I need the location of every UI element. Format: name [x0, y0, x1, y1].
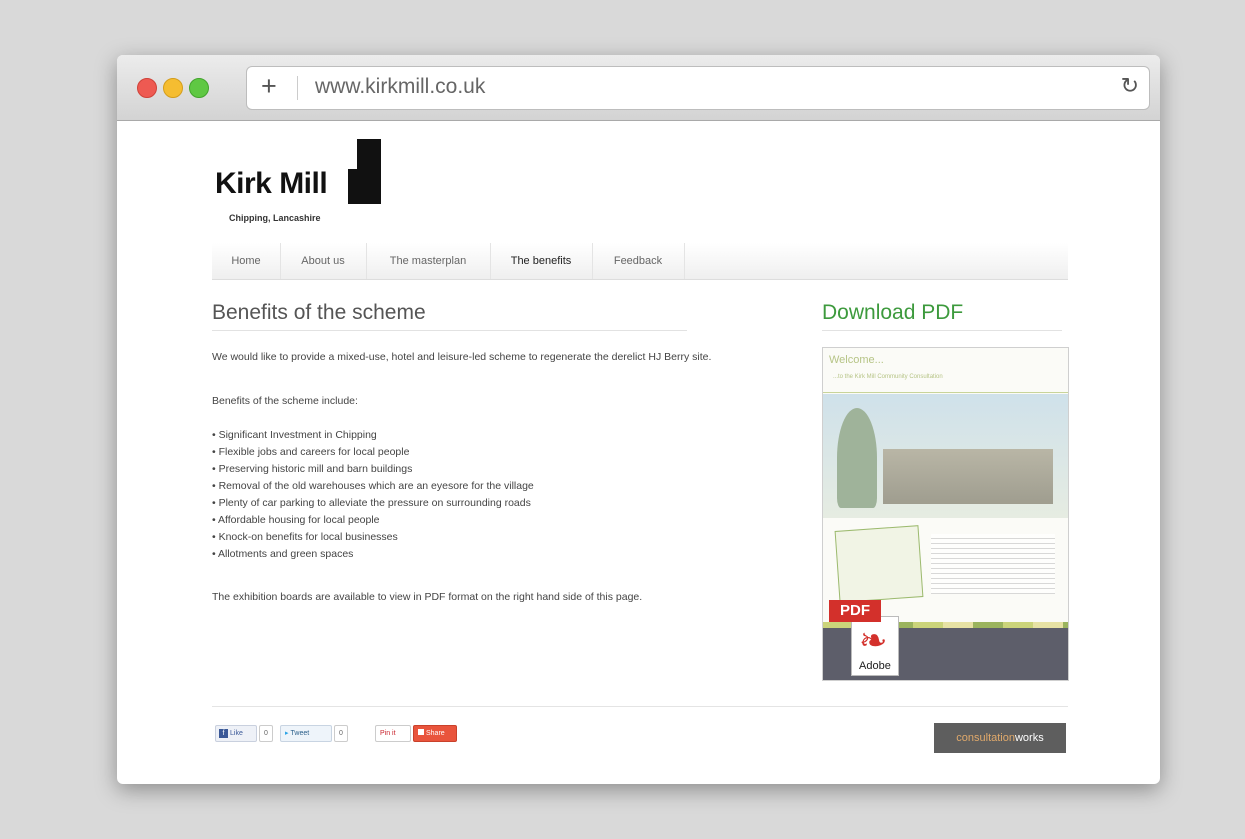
- facebook-icon: f: [219, 729, 228, 738]
- main-nav: Home About us The masterplan The benefit…: [212, 243, 1068, 280]
- list-item: • Significant Investment in Chipping: [212, 429, 377, 441]
- url-text[interactable]: www.kirkmill.co.uk: [315, 75, 485, 99]
- tweet-label: Tweet: [290, 730, 310, 737]
- brand-part-1: consultation: [956, 732, 1015, 744]
- footer-divider: [212, 706, 1068, 707]
- site-logo[interactable]: Kirk Mill Chipping, Lancashire: [215, 139, 385, 231]
- thumb-card: [834, 525, 924, 603]
- pin-label: Pin it: [380, 730, 396, 737]
- download-pdf-heading: Download PDF: [822, 301, 964, 324]
- nav-about-us[interactable]: About us: [280, 243, 367, 279]
- minimize-window-button[interactable]: [163, 78, 183, 98]
- web-page: Kirk Mill Chipping, Lancashire Home Abou…: [117, 121, 1160, 784]
- pdf-icon: ❧ PDF Adobe: [829, 600, 899, 678]
- nav-home[interactable]: Home: [212, 243, 281, 279]
- sidebar-divider: [822, 330, 1062, 331]
- thumb-divider: [823, 392, 1068, 393]
- title-divider: [212, 330, 687, 331]
- share-button[interactable]: Share: [413, 725, 457, 742]
- thumb-title: Welcome...: [829, 354, 884, 366]
- twitter-bird-icon: ▸: [285, 730, 289, 737]
- adobe-swirl-icon: ❧: [859, 622, 888, 660]
- share-label: Share: [426, 730, 445, 737]
- browser-window: + www.kirkmill.co.uk ↻ Kirk Mill Chippin…: [117, 55, 1160, 784]
- address-bar[interactable]: + www.kirkmill.co.uk ↻: [246, 66, 1150, 110]
- thumb-illustration: [823, 394, 1068, 518]
- share-icon: [418, 729, 424, 735]
- consultationworks-logo[interactable]: consultationworks: [934, 723, 1066, 753]
- outro-paragraph: The exhibition boards are available to v…: [212, 591, 643, 603]
- list-item: • Plenty of car parking to alleviate the…: [212, 497, 531, 509]
- benefits-list: • Significant Investment in Chipping • F…: [212, 427, 534, 563]
- thumb-subtitle: ...to the Kirk Mill Community Consultati…: [833, 374, 943, 380]
- logo-title: Kirk Mill: [215, 167, 328, 200]
- maximize-window-button[interactable]: [189, 78, 209, 98]
- nav-feedback[interactable]: Feedback: [592, 243, 685, 279]
- list-item: • Preserving historic mill and barn buil…: [212, 463, 413, 475]
- logo-tower-mark: [357, 139, 381, 204]
- intro-paragraph: We would like to provide a mixed-use, ho…: [212, 351, 712, 363]
- logo-subtitle: Chipping, Lancashire: [229, 213, 321, 223]
- tweet-button[interactable]: ▸ Tweet: [280, 725, 332, 742]
- like-label: Like: [230, 730, 243, 737]
- nav-masterplan[interactable]: The masterplan: [366, 243, 491, 279]
- pin-it-button[interactable]: Pin it: [375, 725, 411, 742]
- like-count: 0: [259, 725, 273, 742]
- thumb-tree: [837, 408, 877, 508]
- close-window-button[interactable]: [137, 78, 157, 98]
- reload-icon[interactable]: ↻: [1121, 73, 1139, 99]
- brand-part-2: works: [1014, 732, 1044, 744]
- pdf-download-link[interactable]: Welcome... ...to the Kirk Mill Community…: [822, 347, 1069, 681]
- new-tab-icon[interactable]: +: [261, 71, 277, 101]
- list-item: • Knock-on benefits for local businesses: [212, 531, 398, 543]
- list-item: • Flexible jobs and careers for local pe…: [212, 446, 410, 458]
- nav-benefits[interactable]: The benefits: [490, 243, 593, 279]
- page-title: Benefits of the scheme: [212, 301, 426, 324]
- address-bar-divider: [297, 76, 298, 100]
- list-item: • Removal of the old warehouses which ar…: [212, 480, 534, 492]
- list-item: • Allotments and green spaces: [212, 548, 354, 560]
- adobe-label: Adobe: [859, 660, 891, 672]
- logo-tower-step: [348, 169, 357, 204]
- thumb-text-block: [931, 534, 1055, 594]
- browser-titlebar: + www.kirkmill.co.uk ↻: [117, 55, 1160, 121]
- facebook-like-button[interactable]: f Like: [215, 725, 257, 742]
- pdf-label: PDF: [829, 600, 881, 622]
- tweet-count: 0: [334, 725, 348, 742]
- thumb-building: [883, 449, 1053, 504]
- list-item: • Affordable housing for local people: [212, 514, 380, 526]
- benefits-lead: Benefits of the scheme include:: [212, 395, 358, 407]
